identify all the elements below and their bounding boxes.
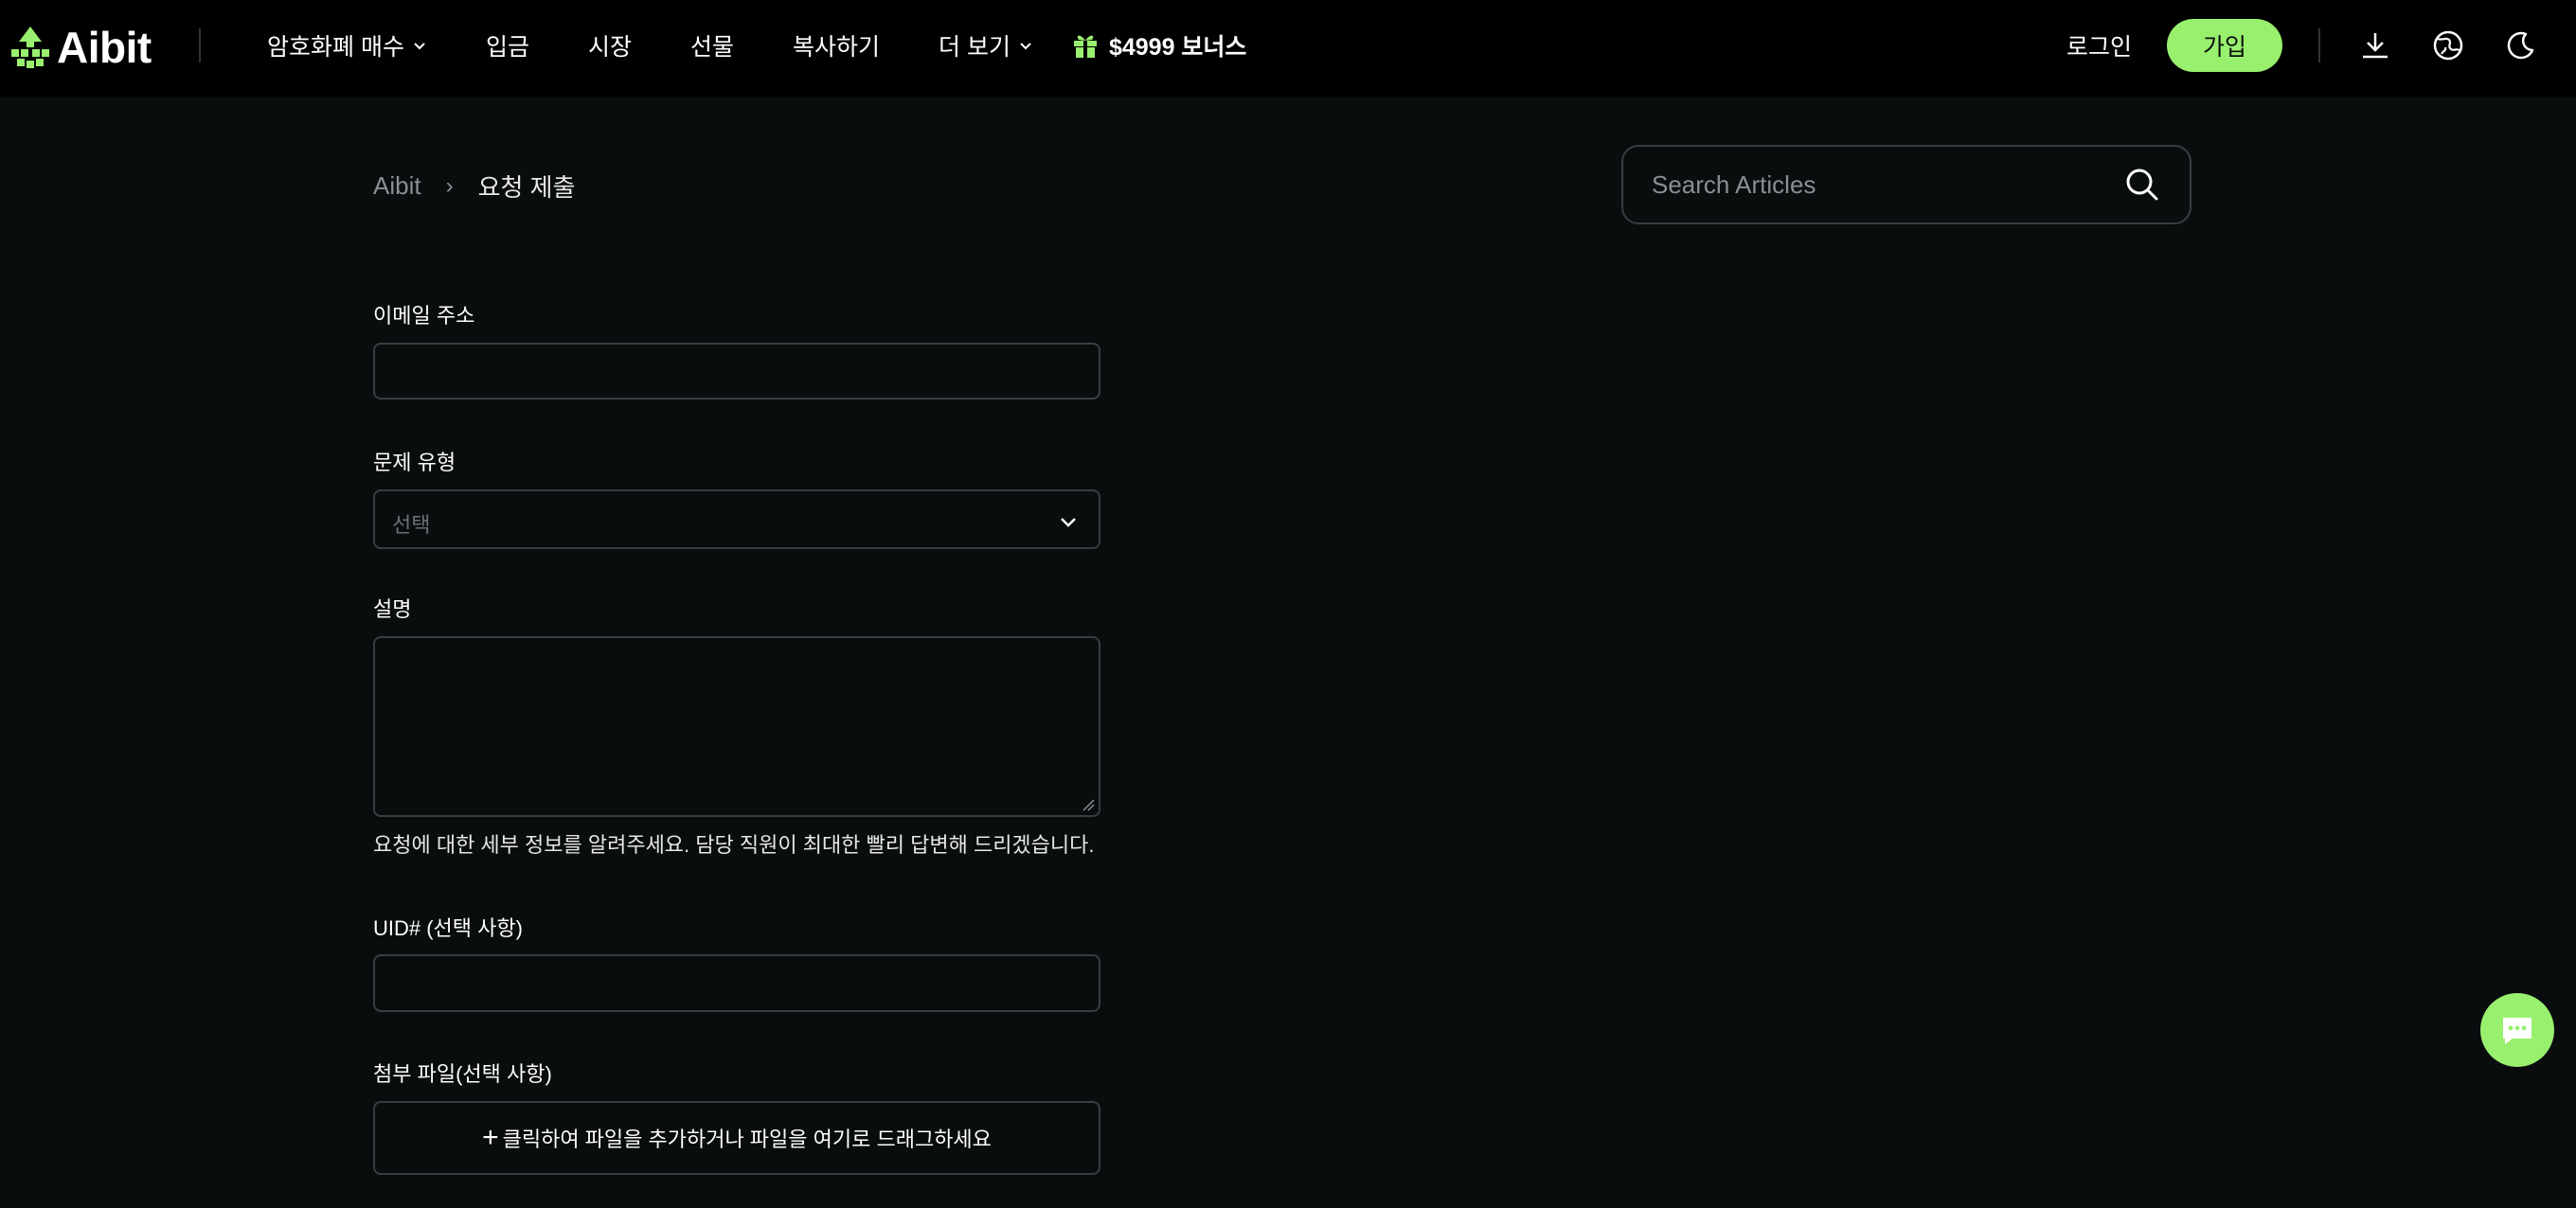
chevron-down-icon — [414, 43, 425, 50]
chevron-down-icon — [1020, 43, 1031, 50]
description-label: 설명 — [373, 597, 412, 621]
nav-item-bonus[interactable]: $4999 보너스 — [1071, 28, 1246, 62]
chat-button[interactable] — [2480, 993, 2554, 1067]
aibit-logo-icon — [11, 27, 49, 68]
globe-icon[interactable] — [2429, 27, 2467, 64]
main-nav: 암호화폐 매수 입금 시장 선물 복사하기 더 보기 $4999 보너스 — [267, 0, 1246, 91]
nav-item-label: 더 보기 — [939, 34, 1011, 61]
brand-name: Aibit — [57, 23, 152, 72]
top-navigation-bar: Aibit 암호화폐 매수 입금 시장 선물 복사하기 더 보기 $4999 보… — [0, 0, 2576, 97]
header-divider — [199, 28, 201, 62]
nav-item-deposit[interactable]: 입금 — [486, 28, 529, 62]
chevron-down-icon — [1061, 518, 1076, 527]
search-input[interactable] — [1652, 147, 2106, 222]
issue-type-label: 문제 유형 — [373, 451, 456, 474]
description-hint: 요청에 대한 세부 정보를 알려주세요. 담당 직원이 최대한 빨리 답변해 드… — [373, 833, 1095, 857]
nav-item-copy-trading[interactable]: 복사하기 — [793, 28, 880, 62]
issue-type-select[interactable]: 선택 — [373, 489, 1100, 549]
download-icon[interactable] — [2356, 27, 2394, 64]
nav-item-label: 암호화폐 매수 — [267, 34, 404, 61]
breadcrumb-home-link[interactable]: Aibit — [373, 171, 421, 201]
breadcrumb: Aibit › 요청 제출 — [373, 169, 575, 204]
nav-item-more[interactable]: 더 보기 — [939, 28, 1033, 62]
attachment-dropzone-label: 클릭하여 파일을 추가하거나 파일을 여기로 드래그하세요 — [502, 1128, 992, 1151]
plus-icon: + — [482, 1122, 499, 1153]
search-box — [1621, 145, 2191, 224]
bonus-label: $4999 보너스 — [1108, 34, 1247, 61]
login-link[interactable]: 로그인 — [2066, 28, 2132, 62]
breadcrumb-separator: › — [445, 172, 454, 199]
issue-type-placeholder: 선택 — [392, 513, 431, 537]
nav-item-label: 선물 — [689, 34, 734, 61]
search-icon[interactable] — [2123, 166, 2161, 204]
breadcrumb-current: 요청 제출 — [477, 173, 576, 202]
uid-label: UID# (선택 사항) — [373, 916, 523, 940]
nav-item-futures[interactable]: 선물 — [690, 28, 734, 62]
header-divider — [2318, 28, 2320, 62]
moon-icon[interactable] — [2502, 27, 2540, 64]
nav-item-label: 입금 — [485, 34, 529, 61]
uid-field[interactable] — [373, 954, 1100, 1012]
attachment-label: 첨부 파일(선택 사항) — [373, 1062, 552, 1086]
nav-item-markets[interactable]: 시장 — [588, 28, 632, 62]
signup-button[interactable]: 가입 — [2167, 19, 2282, 72]
email-field[interactable] — [373, 343, 1100, 400]
description-textarea[interactable] — [373, 636, 1100, 817]
nav-item-label: 복사하기 — [793, 34, 881, 61]
nav-item-label: 시장 — [587, 34, 632, 61]
brand-logo[interactable]: Aibit — [9, 21, 152, 74]
gift-icon — [1073, 35, 1097, 58]
attachment-dropzone[interactable]: + 클릭하여 파일을 추가하거나 파일을 여기로 드래그하세요 — [373, 1101, 1100, 1175]
chat-icon — [2503, 1018, 2531, 1044]
email-label: 이메일 주소 — [373, 304, 475, 328]
resize-handle-icon[interactable] — [1082, 798, 1095, 811]
nav-item-buy-crypto[interactable]: 암호화폐 매수 — [267, 28, 427, 62]
